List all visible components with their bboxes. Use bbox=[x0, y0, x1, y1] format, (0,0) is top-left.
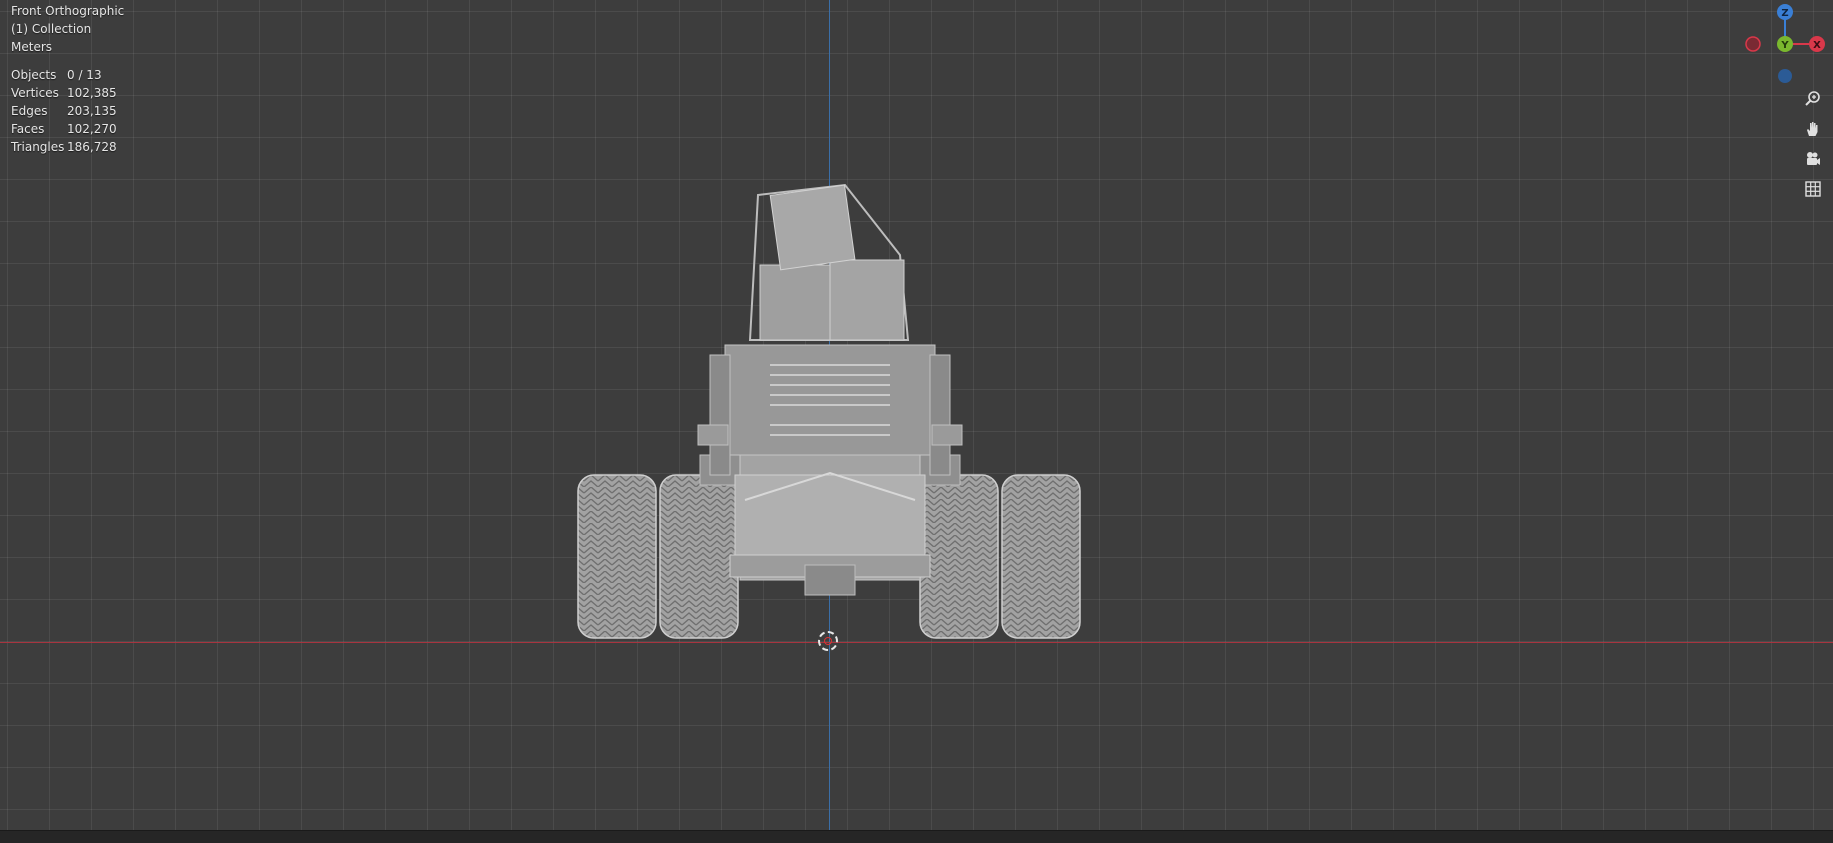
stat-value: 203,135 bbox=[67, 104, 117, 118]
camera-view-button[interactable] bbox=[1799, 145, 1827, 173]
stat-value: 102,385 bbox=[67, 86, 117, 100]
3d-viewport[interactable]: Front Orthographic (1) Collection Meters… bbox=[0, 0, 1833, 830]
wheel-inner-left bbox=[659, 474, 739, 639]
stat-row: Triangles 186,728 bbox=[11, 138, 117, 156]
camera-icon bbox=[1807, 152, 1820, 165]
rover-mesh[interactable] bbox=[570, 175, 1090, 645]
stat-value: 186,728 bbox=[67, 140, 117, 154]
zoom-icon bbox=[1805, 91, 1820, 106]
stat-label: Vertices bbox=[11, 86, 59, 100]
gizmo-neg-x[interactable] bbox=[1745, 36, 1761, 52]
stat-row: Objects 0 / 13 bbox=[11, 66, 117, 84]
stat-value: 102,270 bbox=[67, 122, 117, 136]
gizmo-x-label: X bbox=[1813, 40, 1821, 51]
wheel-outer-right bbox=[1001, 474, 1081, 639]
stat-row: Vertices 102,385 bbox=[11, 84, 117, 102]
ortho-toggle-button[interactable] bbox=[1799, 175, 1827, 203]
stat-label: Triangles bbox=[11, 140, 65, 154]
wheel-outer-left bbox=[577, 474, 657, 639]
collection-name: (1) Collection bbox=[11, 22, 92, 36]
stat-label: Faces bbox=[11, 122, 45, 136]
hand-pan-icon bbox=[1807, 122, 1818, 136]
gizmo-y-label: Y bbox=[1780, 40, 1789, 51]
view-name: Front Orthographic bbox=[11, 4, 125, 18]
navigation-gizmo[interactable]: Z X Y bbox=[1744, 0, 1833, 90]
stat-row: Edges 203,135 bbox=[11, 102, 117, 120]
3d-cursor[interactable] bbox=[818, 631, 838, 651]
viewport-info: Front Orthographic (1) Collection Meters bbox=[11, 2, 124, 56]
zoom-button[interactable] bbox=[1799, 85, 1827, 113]
stat-row: Faces 102,270 bbox=[11, 120, 117, 138]
grid-ortho-icon bbox=[1805, 181, 1821, 197]
stat-value: 0 / 13 bbox=[67, 68, 102, 82]
status-bar bbox=[0, 830, 1833, 843]
stat-label: Objects bbox=[11, 68, 57, 82]
wheel-inner-right bbox=[919, 474, 999, 639]
units-label: Meters bbox=[11, 40, 53, 54]
gizmo-neg-z[interactable] bbox=[1778, 69, 1792, 83]
gizmo-z-label: Z bbox=[1781, 8, 1788, 19]
stat-label: Edges bbox=[11, 104, 48, 118]
pan-button[interactable] bbox=[1799, 115, 1827, 143]
scene-statistics: Objects 0 / 13 Vertices 102,385 Edges 203,1… bbox=[11, 66, 117, 156]
